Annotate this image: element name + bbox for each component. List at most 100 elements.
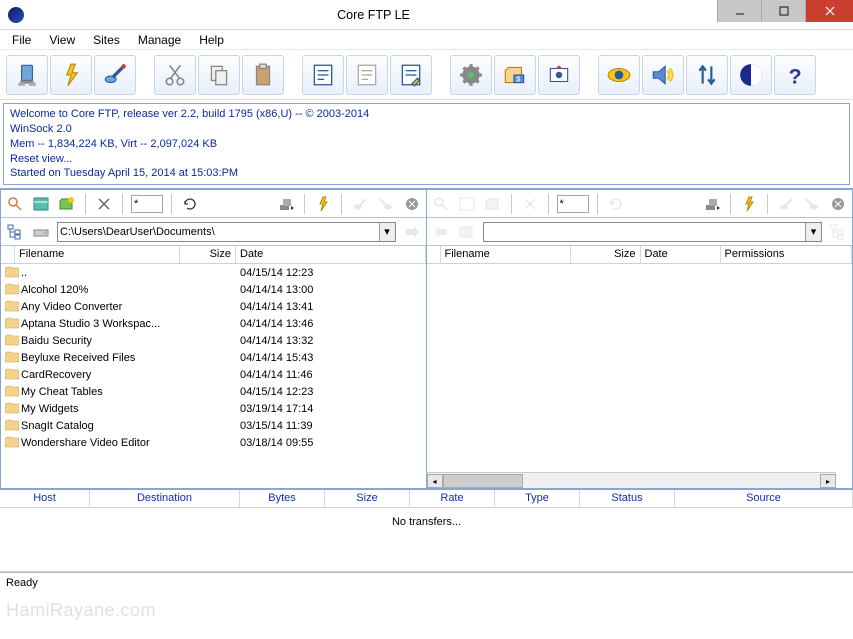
reconnect-button[interactable] — [94, 55, 136, 95]
view-style-icon[interactable] — [457, 194, 477, 214]
plug-icon[interactable] — [350, 194, 370, 214]
go-icon[interactable] — [402, 222, 422, 242]
table-row[interactable]: Wondershare Video Editor03/18/14 09:55 — [1, 434, 426, 451]
compare-button[interactable] — [686, 55, 728, 95]
queue-body[interactable]: No transfers... — [0, 508, 853, 572]
qcol-source[interactable]: Source — [675, 490, 853, 507]
table-row[interactable]: Alcohol 120%04/14/14 13:00 — [1, 281, 426, 298]
qcol-host[interactable]: Host — [0, 490, 90, 507]
remote-file-list[interactable]: ◂ ▸ — [427, 264, 853, 488]
path-combo[interactable]: C:\Users\DearUser\Documents\ ▾ — [57, 222, 396, 242]
folder-icon — [5, 283, 19, 295]
qcol-size[interactable]: Size — [325, 490, 410, 507]
view-button[interactable] — [346, 55, 388, 95]
close-button[interactable] — [805, 0, 853, 22]
menu-bar: File View Sites Manage Help — [0, 30, 853, 50]
table-row[interactable]: Any Video Converter04/14/14 13:41 — [1, 298, 426, 315]
col-date[interactable]: Date — [641, 246, 721, 263]
table-row[interactable]: ..04/15/14 12:23 — [1, 264, 426, 281]
transfer-mode-icon[interactable] — [276, 194, 296, 214]
tree-icon[interactable] — [828, 222, 848, 242]
transfer-mode-icon[interactable] — [702, 194, 722, 214]
maximize-button[interactable] — [761, 0, 805, 22]
col-filename[interactable]: Filename — [441, 246, 571, 263]
table-row[interactable]: My Cheat Tables04/15/14 12:23 — [1, 383, 426, 400]
plug2-icon[interactable] — [802, 194, 822, 214]
view-style-icon[interactable] — [31, 194, 51, 214]
edit-button[interactable] — [302, 55, 344, 95]
activation-button[interactable] — [538, 55, 580, 95]
table-row[interactable]: Beyluxe Received Files04/14/14 15:43 — [1, 349, 426, 366]
local-file-list[interactable]: ..04/15/14 12:23Alcohol 120%04/14/14 13:… — [1, 264, 426, 488]
cut-button[interactable] — [154, 55, 196, 95]
table-row[interactable]: Aptana Studio 3 Workspac...04/14/14 13:4… — [1, 315, 426, 332]
menu-manage[interactable]: Manage — [130, 31, 189, 49]
view-mode-button[interactable] — [598, 55, 640, 95]
back-icon[interactable] — [431, 222, 451, 242]
refresh-icon[interactable] — [180, 194, 200, 214]
col-date[interactable]: Date — [236, 246, 426, 263]
filter-input[interactable] — [131, 195, 163, 213]
title-bar: Core FTP LE — [0, 0, 853, 30]
new-folder-icon[interactable] — [483, 194, 503, 214]
table-row[interactable]: SnagIt Catalog03/15/14 11:39 — [1, 417, 426, 434]
new-folder-icon[interactable] — [57, 194, 77, 214]
help-button[interactable]: ? — [774, 55, 816, 95]
quick-connect-button[interactable] — [50, 55, 92, 95]
col-perms[interactable]: Permissions — [721, 246, 853, 263]
schedule-button[interactable]: $ — [494, 55, 536, 95]
folder-up-icon[interactable] — [457, 222, 477, 242]
remote-path-combo[interactable]: ▾ — [483, 222, 823, 242]
watermark: HamiRayane.com — [6, 600, 156, 621]
chevron-down-icon[interactable]: ▾ — [379, 223, 395, 241]
col-size[interactable]: Size — [180, 246, 236, 263]
search-icon[interactable] — [431, 194, 451, 214]
chevron-down-icon[interactable]: ▾ — [805, 223, 821, 241]
plug2-icon[interactable] — [376, 194, 396, 214]
status-text: Ready — [6, 577, 38, 589]
plug-icon[interactable] — [776, 194, 796, 214]
log-area[interactable]: Welcome to Core FTP, release ver 2.2, bu… — [3, 103, 850, 185]
about-button[interactable] — [730, 55, 772, 95]
table-row[interactable]: My Widgets03/19/14 17:14 — [1, 400, 426, 417]
sounds-button[interactable] — [642, 55, 684, 95]
table-row[interactable]: Baidu Security04/14/14 13:32 — [1, 332, 426, 349]
settings-button[interactable] — [450, 55, 492, 95]
qcol-type[interactable]: Type — [495, 490, 580, 507]
table-row[interactable]: CardRecovery04/14/14 11:46 — [1, 366, 426, 383]
qcol-bytes[interactable]: Bytes — [240, 490, 325, 507]
local-list-header: Filename Size Date — [1, 246, 426, 264]
queue-header: Host Destination Bytes Size Rate Type St… — [0, 489, 853, 508]
minimize-button[interactable] — [717, 0, 761, 22]
site-manager-button[interactable] — [6, 55, 48, 95]
file-date: 03/18/14 09:55 — [236, 437, 426, 449]
file-name: Any Video Converter — [21, 301, 122, 313]
delete-icon[interactable] — [94, 194, 114, 214]
qcol-dest[interactable]: Destination — [90, 490, 240, 507]
folder-icon — [5, 385, 19, 397]
drive-icon[interactable] — [31, 222, 51, 242]
file-date: 04/15/14 12:23 — [236, 267, 426, 279]
menu-sites[interactable]: Sites — [85, 31, 128, 49]
col-filename[interactable]: Filename — [15, 246, 180, 263]
stop-icon[interactable] — [828, 194, 848, 214]
menu-help[interactable]: Help — [191, 31, 232, 49]
qcol-status[interactable]: Status — [580, 490, 675, 507]
qcol-rate[interactable]: Rate — [410, 490, 495, 507]
paste-button[interactable] — [242, 55, 284, 95]
delete-icon[interactable] — [520, 194, 540, 214]
upload-icon[interactable] — [313, 194, 333, 214]
stop-icon[interactable] — [402, 194, 422, 214]
copy-button[interactable] — [198, 55, 240, 95]
download-icon[interactable] — [739, 194, 759, 214]
menu-file[interactable]: File — [4, 31, 39, 49]
file-date: 04/14/14 13:32 — [236, 335, 426, 347]
edit-remote-button[interactable] — [390, 55, 432, 95]
menu-view[interactable]: View — [41, 31, 83, 49]
refresh-icon[interactable] — [606, 194, 626, 214]
folder-icon — [5, 266, 19, 278]
search-icon[interactable] — [5, 194, 25, 214]
filter-input[interactable] — [557, 195, 589, 213]
tree-icon[interactable] — [5, 222, 25, 242]
col-size[interactable]: Size — [571, 246, 641, 263]
